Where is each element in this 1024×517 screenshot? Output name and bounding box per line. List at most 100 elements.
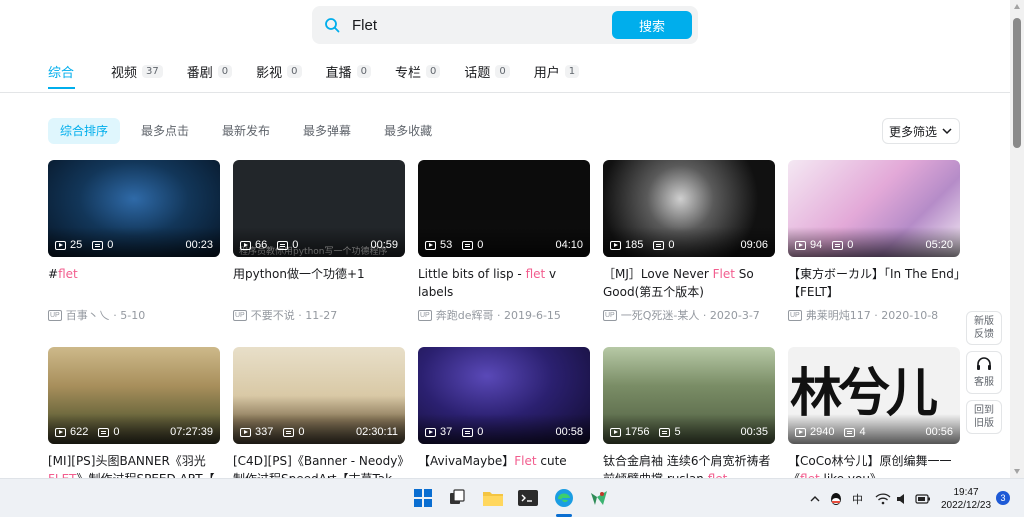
play-count: 25 xyxy=(70,239,83,251)
title-text: Little bits of lisp - xyxy=(418,267,526,281)
danmaku-icon xyxy=(844,427,856,437)
scroll-down-icon[interactable] xyxy=(1014,469,1020,474)
qq-icon[interactable] xyxy=(828,491,844,507)
video-card[interactable]: 622007:27:39[MI][PS]头图BANNER《羽光FLET》制作过程… xyxy=(48,347,220,488)
video-thumbnail[interactable]: 53 0 04:10 xyxy=(418,160,590,257)
filter-newest[interactable]: 最新发布 xyxy=(210,118,282,144)
video-thumbnail[interactable]: 25 0 00:23 xyxy=(48,160,220,257)
search-icon xyxy=(312,17,352,33)
video-card[interactable]: 185 0 09:06 ［MJ］Love Never Flet So Good(第五个… xyxy=(603,160,775,323)
video-title[interactable]: Little bits of lisp - flet v labels xyxy=(418,265,590,301)
title-text: cute xyxy=(536,454,567,468)
danmaku-count: 4 xyxy=(859,426,866,438)
more-filter-button[interactable]: 更多筛选 xyxy=(882,118,960,144)
video-thumbnail[interactable]: 337 0 02:30:11 xyxy=(233,347,405,444)
video-card[interactable]: 337002:30:11[C4D][PS]《Banner - Neody》制作过… xyxy=(233,347,405,488)
title-highlight: flet xyxy=(58,267,78,281)
video-thumbnail[interactable]: 94 0 05:20 xyxy=(788,160,960,257)
tab-all[interactable]: 综合 xyxy=(48,62,74,81)
play-count: 1756 xyxy=(625,426,650,438)
danmaku-icon xyxy=(462,427,474,437)
video-thumbnail[interactable]: 185 0 09:06 xyxy=(603,160,775,257)
scrollbar-thumb[interactable] xyxy=(1013,18,1021,148)
upload-date: 11-27 xyxy=(305,308,338,322)
video-stats: 2940 4 xyxy=(795,426,876,438)
customer-service-button[interactable]: 客服 xyxy=(966,351,1002,394)
terminal-icon[interactable] xyxy=(516,487,540,509)
tab-count: 0 xyxy=(495,64,510,78)
tab-movie[interactable]: 影视 0 xyxy=(256,62,302,81)
video-duration: 09:06 xyxy=(740,239,768,251)
video-thumbnail[interactable]: 程序员教你用python写一个功德程序66000:59 xyxy=(233,160,405,257)
author-name[interactable]: 一死Q死迷-某人 xyxy=(621,307,700,323)
play-count: 94 xyxy=(810,239,823,251)
video-thumbnail[interactable]: 1756 5 00:35 xyxy=(603,347,775,444)
play-count: 2940 xyxy=(810,426,835,438)
video-thumbnail[interactable]: 622 0 07:27:39 xyxy=(48,347,220,444)
chevron-up-icon[interactable] xyxy=(808,492,822,506)
tab-article[interactable]: 专栏 0 xyxy=(395,62,441,81)
video-duration: 00:35 xyxy=(740,426,768,438)
video-card[interactable]: 林兮儿2940400:56【CoCo林兮儿】原创编舞一一《flet like y… xyxy=(788,347,960,488)
title-text: # xyxy=(48,267,59,281)
tab-live[interactable]: 直播 0 xyxy=(325,62,371,81)
scroll-up-icon[interactable] xyxy=(1014,4,1020,9)
video-title[interactable]: #flet xyxy=(48,265,220,301)
tab-video[interactable]: 视频 37 xyxy=(111,62,163,81)
video-title[interactable]: 用python做一个功德+1 xyxy=(233,265,405,301)
title-text: 用python做一个功德+1 xyxy=(233,267,365,281)
search-input[interactable] xyxy=(352,10,612,40)
filter-most-favorites[interactable]: 最多收藏 xyxy=(372,118,444,144)
battery-icon[interactable] xyxy=(915,493,931,505)
filter-most-danmaku[interactable]: 最多弹幕 xyxy=(291,118,363,144)
volume-icon[interactable] xyxy=(895,492,909,506)
video-duration: 00:23 xyxy=(185,239,213,251)
danmaku-icon xyxy=(283,427,295,437)
filter-most-clicks[interactable]: 最多点击 xyxy=(129,118,201,144)
video-title[interactable]: ［MJ］Love Never Flet So Good(第五个版本) xyxy=(603,265,775,301)
tab-label: 直播 xyxy=(325,65,352,81)
danmaku-count: 0 xyxy=(107,239,114,251)
danmaku-count: 0 xyxy=(477,426,484,438)
video-card[interactable]: 25 0 00:23 #flet UP 百事丶乀 · 5-10 xyxy=(48,160,220,323)
edge-browser-icon[interactable] xyxy=(552,487,576,509)
notification-badge[interactable]: 3 xyxy=(996,491,1010,505)
back-old-version-button[interactable]: 回到旧版 xyxy=(966,400,1002,434)
video-stats: 1756 5 xyxy=(610,426,691,438)
headset-icon xyxy=(977,357,991,370)
tab-bangumi[interactable]: 番剧 0 xyxy=(187,62,233,81)
tab-user[interactable]: 用户 1 xyxy=(533,62,580,81)
video-stats: 53 0 xyxy=(425,239,493,251)
system-clock[interactable]: 19:47 2022/12/23 xyxy=(936,486,996,512)
wifi-icon[interactable] xyxy=(875,492,891,506)
author-name[interactable]: 不要不说 xyxy=(251,307,295,323)
tab-topic[interactable]: 话题 0 xyxy=(464,62,510,81)
title-text: [MI][PS]头图BANNER《羽光 xyxy=(48,454,206,468)
video-card[interactable]: 53 0 04:10 Little bits of lisp - flet v lab… xyxy=(418,160,590,323)
search-button[interactable]: 搜索 xyxy=(612,11,692,39)
scrollbar[interactable] xyxy=(1010,0,1024,478)
author-name[interactable]: 弗莱明炖117 xyxy=(806,307,871,323)
file-explorer-icon[interactable] xyxy=(481,487,505,509)
app-icon[interactable] xyxy=(587,487,611,509)
tab-label: 用户 xyxy=(533,65,560,81)
video-title[interactable]: 【東方ボーカル】「In The End」【FELT】 xyxy=(788,265,960,301)
start-icon[interactable] xyxy=(411,487,435,509)
play-count-icon xyxy=(795,427,806,437)
upload-date: 5-10 xyxy=(120,308,146,322)
author-name[interactable]: 奔跑de辉哥 xyxy=(436,307,494,323)
filter-comprehensive[interactable]: 综合排序 xyxy=(48,118,121,144)
ime-indicator[interactable]: 中 xyxy=(852,491,863,507)
video-card[interactable]: 1756500:35钛合金肩袖 连续6个肩宽祈祷者前倾臂曲撑 ruslan fl… xyxy=(603,347,775,488)
video-meta: UP 弗莱明炖117 · 2020-10-8 xyxy=(788,307,960,323)
video-card[interactable]: 程序员教你用python写一个功德程序66000:59 用python做一个功德+… xyxy=(233,160,405,323)
author-name[interactable]: 百事丶乀 xyxy=(66,307,110,323)
tab-count: 0 xyxy=(217,64,233,78)
upload-date: 2020-3-7 xyxy=(709,308,760,322)
video-card[interactable]: 94 0 05:20 【東方ボーカル】「In The End」【FELT】 UP 弗莱明炖… xyxy=(788,160,960,323)
video-card[interactable]: 37 0 00:58 【AvivaMaybe】Flet cute xyxy=(418,347,590,488)
video-thumbnail[interactable]: 37 0 00:58 xyxy=(418,347,590,444)
video-thumbnail[interactable]: 林兮儿 2940 4 00:56 xyxy=(788,347,960,444)
task-view-icon[interactable] xyxy=(445,487,469,509)
feedback-button[interactable]: 新版反馈 xyxy=(966,311,1002,345)
